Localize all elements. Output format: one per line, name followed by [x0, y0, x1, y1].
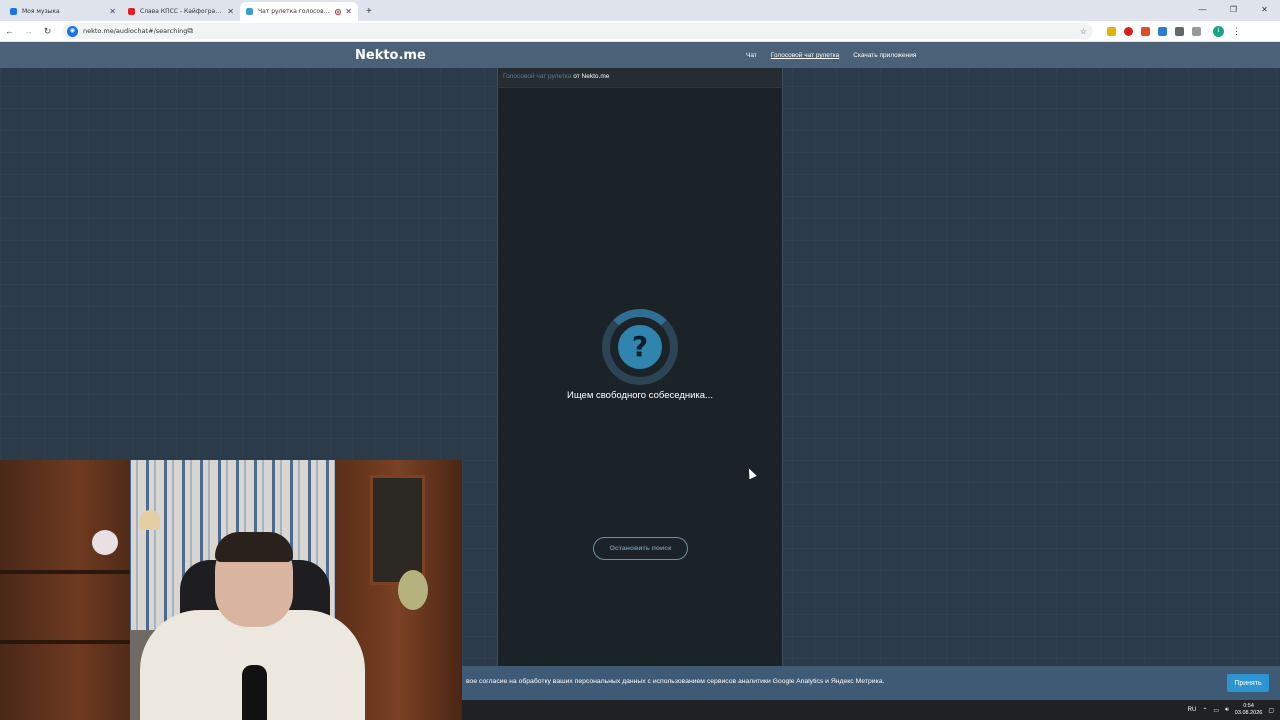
flowers: [398, 570, 428, 610]
recording-icon: [335, 8, 342, 15]
tab-title: Чат рулетка голосовая — ...: [258, 8, 331, 15]
webcam-overlay: [0, 460, 462, 720]
youtube-icon: [128, 8, 135, 15]
cookie-consent-text: вое согласие на обработку ваших персонал…: [466, 678, 885, 685]
system-tray: RU ⌃ ▭ 🔊︎ 0:54 03.08.2026 ▢: [1188, 700, 1274, 720]
taskbar: RU ⌃ ▭ 🔊︎ 0:54 03.08.2026 ▢: [462, 700, 1280, 720]
new-tab-button[interactable]: +: [366, 6, 372, 17]
bookmark-star-icon[interactable]: ☆: [1080, 27, 1087, 36]
close-icon[interactable]: ✕: [345, 7, 352, 16]
puzzle-icon[interactable]: [1175, 26, 1184, 36]
breadcrumb-suffix: от Nekto.me: [571, 73, 610, 80]
extension-icon[interactable]: [1141, 26, 1150, 36]
chat-panel: Голосовой чат рулетка от Nekto.me ? Ищем…: [497, 68, 783, 666]
left-cabinet: [0, 460, 130, 720]
accept-cookies-button[interactable]: Принять: [1227, 674, 1269, 692]
extension-icon[interactable]: [1107, 26, 1116, 36]
window-controls: — ❐ ✕: [1187, 0, 1280, 21]
tab-strip: Моя музыка ✕ Слава КПСС - Кайфоград (Sun…: [0, 0, 1280, 21]
extension-icon[interactable]: [1158, 26, 1167, 36]
question-mark-icon: ?: [616, 323, 664, 371]
extensions-area: [1107, 26, 1201, 36]
panel-breadcrumb: Голосовой чат рулетка от Nekto.me: [498, 68, 782, 88]
clock[interactable]: 0:54 03.08.2026: [1235, 703, 1263, 717]
clock-time: 0:54: [1243, 703, 1254, 709]
lamp: [140, 510, 160, 530]
nav-voice-roulette[interactable]: Голосовой чат рулетка: [771, 52, 839, 59]
site-nav: Чат Голосовой чат рулетка Скачать прилож…: [746, 52, 916, 59]
site-header: [0, 42, 1280, 68]
profile-avatar[interactable]: I: [1213, 25, 1224, 37]
install-app-icon[interactable]: ⧉: [187, 26, 193, 36]
voice-roulette-link[interactable]: Голосовой чат рулетка: [503, 73, 571, 80]
search-spinner: ?: [602, 309, 678, 385]
kebab-menu-icon[interactable]: ⋮: [1232, 26, 1241, 37]
clock-date: 03.08.2026: [1234, 710, 1263, 716]
tab-nekto[interactable]: Чат рулетка голосовая — ... ✕: [240, 2, 358, 21]
volume-icon[interactable]: 🔊︎: [1225, 707, 1229, 714]
adblock-icon[interactable]: [1124, 26, 1133, 36]
back-icon[interactable]: ←: [0, 26, 19, 36]
stop-search-button[interactable]: Остановить поиск: [593, 537, 688, 560]
site-logo[interactable]: Nekto.me: [355, 48, 426, 63]
person-hair: [215, 532, 293, 562]
network-icon[interactable]: ▭: [1213, 707, 1219, 714]
tab-title: Слава КПСС - Кайфоград (Sun...: [140, 8, 223, 15]
minimize-icon[interactable]: —: [1187, 0, 1218, 21]
site-info-icon[interactable]: ◉: [67, 25, 78, 37]
tab-my-music[interactable]: Моя музыка ✕: [4, 2, 122, 21]
nekto-icon: [246, 8, 253, 15]
flowers: [92, 530, 118, 555]
nav-download-apps[interactable]: Скачать приложения: [853, 52, 916, 59]
forward-icon[interactable]: →: [19, 26, 38, 36]
close-icon[interactable]: ✕: [109, 7, 116, 16]
microphone: [242, 665, 267, 720]
tab-title: Моя музыка: [22, 8, 60, 15]
notifications-icon[interactable]: ▢: [1268, 707, 1274, 714]
tray-chevron-icon[interactable]: ⌃: [1202, 707, 1207, 714]
browser-toolbar: ← → ↻ ◉ nekto.me/audiochat#/searching ⧉ …: [0, 21, 1280, 42]
search-status-text: Ищем свободного собеседника...: [567, 390, 713, 401]
nav-chat[interactable]: Чат: [746, 52, 757, 59]
screen: Моя музыка ✕ Слава КПСС - Кайфоград (Sun…: [0, 0, 1280, 720]
close-window-icon[interactable]: ✕: [1249, 0, 1280, 21]
close-icon[interactable]: ✕: [227, 7, 234, 16]
reload-icon[interactable]: ↻: [38, 26, 57, 37]
language-indicator[interactable]: RU: [1188, 707, 1197, 713]
media-icon[interactable]: [1192, 26, 1201, 36]
restore-icon[interactable]: ❐: [1218, 0, 1249, 21]
tab-youtube[interactable]: Слава КПСС - Кайфоград (Sun... ✕: [122, 2, 240, 21]
address-bar[interactable]: ◉ nekto.me/audiochat#/searching ⧉ ☆: [63, 23, 1093, 39]
url-text[interactable]: nekto.me/audiochat#/searching: [83, 27, 187, 35]
vk-music-icon: [10, 8, 17, 15]
